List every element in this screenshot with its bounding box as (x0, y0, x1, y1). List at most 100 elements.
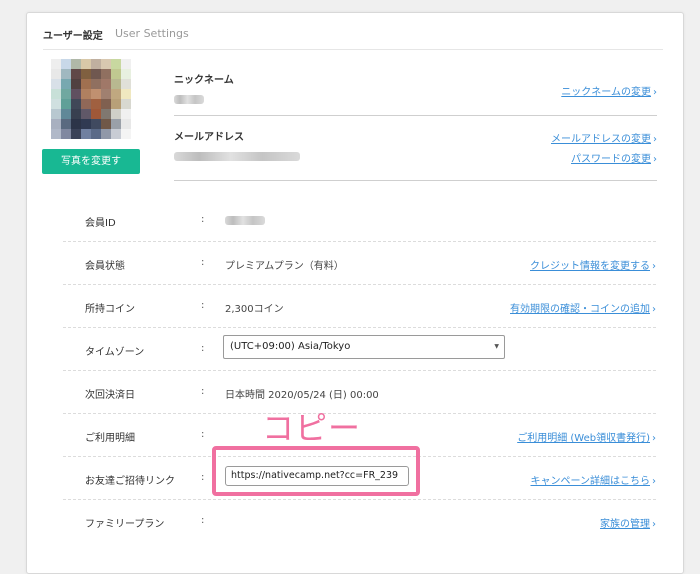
nickname-row: ニックネーム ニックネームの変更 › (174, 59, 657, 116)
user-settings-card: ユーザー設定 User Settings 写真を変更す ニックネーム ニックネー… (26, 12, 684, 574)
next-payment-value: 日本時間 2020/05/24 (日) 00:00 (225, 390, 379, 401)
status-row: 会員状態 : プレミアムプラン（有料） クレジット情報を変更する › (63, 242, 656, 285)
avatar-pixel (51, 59, 61, 69)
usage-details-link[interactable]: ご利用明細 (Web領収書発行) › (517, 429, 656, 444)
avatar-pixel (81, 59, 91, 69)
avatar-pixel (81, 109, 91, 119)
avatar-pixel (71, 109, 81, 119)
change-credit-link[interactable]: クレジット情報を変更する › (530, 257, 656, 272)
coins-row: 所持コイン : 2,300コイン 有効期限の確認・コインの追加 › (63, 285, 656, 328)
coins-value: 2,300コイン (225, 304, 284, 315)
colon: : (201, 472, 205, 483)
chevron-right-icon: › (652, 519, 656, 530)
timezone-select[interactable]: (UTC+09:00) Asia/Tokyo ▼ (223, 335, 505, 359)
avatar-pixel (111, 129, 121, 139)
avatar-pixel (111, 59, 121, 69)
avatar-pixel (91, 59, 101, 69)
colon: : (201, 343, 205, 354)
status-label: 会員状態 (85, 261, 125, 272)
avatar-pixel (121, 79, 131, 89)
referral-row: お友達ご招待リンク : https://nativecamp.net?cc=FR… (63, 457, 656, 500)
avatar-pixel (71, 119, 81, 129)
usage-label: ご利用明細 (85, 433, 135, 444)
timezone-label: タイムゾーン (85, 347, 145, 358)
nickname-value-blurred (174, 95, 204, 104)
avatar-pixel (121, 89, 131, 99)
email-label: メールアドレス (174, 132, 244, 143)
coin-expiry-link[interactable]: 有効期限の確認・コインの追加 › (510, 300, 656, 315)
avatar-pixel (101, 109, 111, 119)
avatar-pixel (101, 119, 111, 129)
avatar-pixel (81, 129, 91, 139)
avatar-pixel (121, 119, 131, 129)
avatar-pixel (51, 79, 61, 89)
avatar-pixel (61, 69, 71, 79)
chevron-right-icon: › (653, 134, 657, 145)
colon: : (201, 429, 205, 440)
avatar-pixel (101, 79, 111, 89)
next-payment-label: 次回決済日 (85, 390, 135, 401)
profile-section: ニックネーム ニックネームの変更 › メールアドレス メールアドレスの変更 › パス… (174, 59, 657, 181)
colon: : (201, 300, 205, 311)
family-management-link[interactable]: 家族の管理 › (600, 515, 656, 530)
avatar-pixel (61, 59, 71, 69)
avatar-pixel (81, 99, 91, 109)
chevron-right-icon: › (652, 304, 656, 315)
avatar-pixel (111, 109, 121, 119)
family-plan-label: ファミリープラン (85, 519, 165, 530)
colon: : (201, 257, 205, 268)
change-nickname-link[interactable]: ニックネームの変更 › (561, 83, 657, 98)
avatar-pixel (121, 109, 131, 119)
referral-link-input[interactable]: https://nativecamp.net?cc=FR_239 (225, 466, 409, 486)
avatar-pixel (61, 99, 71, 109)
timezone-row: タイムゾーン : (UTC+09:00) Asia/Tokyo ▼ (63, 328, 656, 371)
colon: : (201, 386, 205, 397)
account-info-list: 会員ID : 会員状態 : プレミアムプラン（有料） クレジット情報を変更する ›… (63, 199, 656, 542)
avatar-pixel (111, 119, 121, 129)
avatar-pixel (81, 69, 91, 79)
referral-label: お友達ご招待リンク (85, 476, 175, 487)
avatar (51, 59, 131, 139)
chevron-down-icon: ▼ (494, 343, 499, 350)
avatar-pixel (121, 99, 131, 109)
chevron-right-icon: › (652, 476, 656, 487)
avatar-pixel (101, 99, 111, 109)
chevron-right-icon: › (653, 154, 657, 165)
coins-label: 所持コイン (85, 304, 135, 315)
avatar-pixel (101, 89, 111, 99)
avatar-pixel (91, 89, 101, 99)
avatar-pixel (91, 119, 101, 129)
avatar-pixel (51, 129, 61, 139)
avatar-pixel (61, 89, 71, 99)
avatar-pixel (81, 89, 91, 99)
avatar-pixel (51, 69, 61, 79)
change-email-link[interactable]: メールアドレスの変更 › (551, 130, 657, 145)
avatar-pixel (81, 79, 91, 89)
avatar-pixel (101, 129, 111, 139)
avatar-pixel (71, 99, 81, 109)
avatar-pixel (51, 89, 61, 99)
avatar-pixel (71, 59, 81, 69)
avatar-pixel (111, 89, 121, 99)
member-id-label: 会員ID (85, 218, 116, 229)
avatar-pixel (91, 69, 101, 79)
avatar-pixel (51, 99, 61, 109)
change-password-link[interactable]: パスワードの変更 › (571, 150, 657, 165)
campaign-details-link[interactable]: キャンペーン詳細はこちら › (531, 472, 657, 487)
avatar-pixel (121, 129, 131, 139)
email-value-blurred (174, 152, 300, 161)
avatar-pixel (61, 119, 71, 129)
member-id-value-blurred (225, 216, 265, 225)
avatar-pixel (61, 79, 71, 89)
page-subtitle: User Settings (115, 27, 189, 40)
avatar-pixel (51, 109, 61, 119)
avatar-pixel (101, 59, 111, 69)
avatar-pixel (91, 129, 101, 139)
change-photo-button[interactable]: 写真を変更す (42, 149, 140, 174)
member-id-row: 会員ID : (63, 199, 656, 242)
avatar-pixel (101, 69, 111, 79)
avatar-pixel (71, 69, 81, 79)
card-header: ユーザー設定 User Settings (43, 13, 663, 50)
colon: : (201, 214, 205, 225)
chevron-right-icon: › (652, 261, 656, 272)
